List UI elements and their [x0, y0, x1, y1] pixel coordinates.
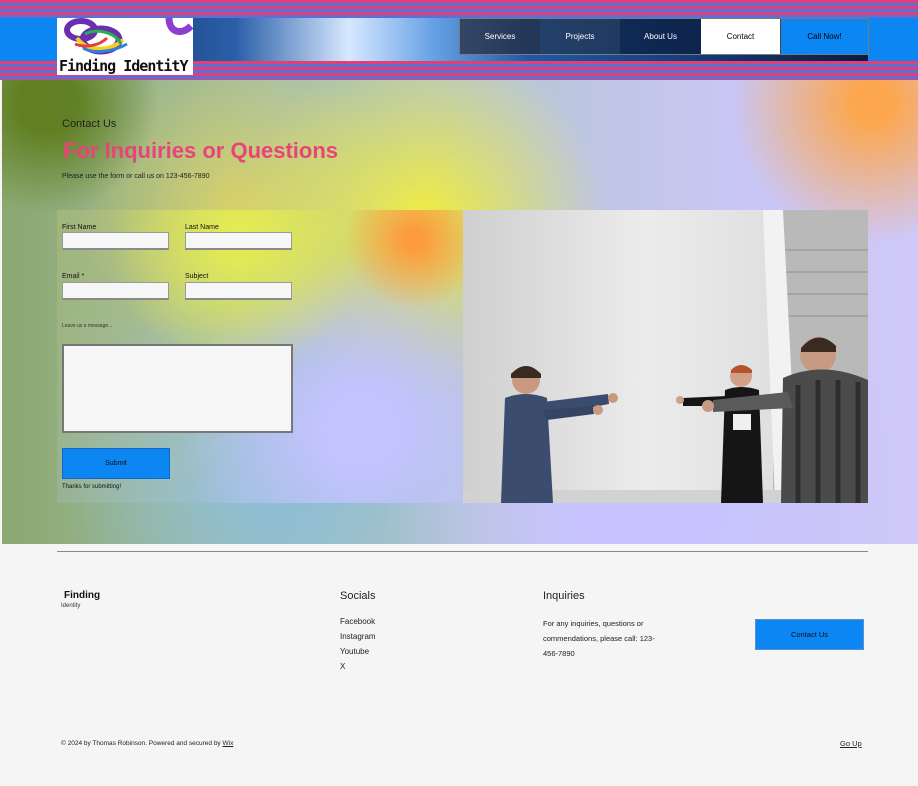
- site-logo[interactable]: Finding IdentitY: [57, 18, 193, 75]
- footer-link-facebook[interactable]: Facebook: [340, 617, 375, 626]
- nav-item-contact[interactable]: Contact: [701, 19, 780, 54]
- footer-link-instagram[interactable]: Instagram: [340, 632, 376, 641]
- first-name-label: First Name: [62, 224, 97, 231]
- footer-contact-button[interactable]: Contact Us: [755, 619, 864, 650]
- message-label: Leave us a message...: [62, 323, 113, 329]
- submit-confirmation: Thanks for submitting!: [62, 484, 122, 490]
- email-input[interactable]: [62, 282, 169, 300]
- contact-lede: Please use the form or call us on 123-45…: [62, 173, 210, 180]
- header-stripes-top: [0, 0, 918, 18]
- main-nav: Services Projects About Us Contact Call …: [459, 18, 869, 55]
- site-header: Finding IdentitY Services Projects About…: [0, 0, 918, 80]
- copyright: © 2024 by Thomas Robinson. Powered and s…: [61, 740, 233, 747]
- go-up-link[interactable]: Go Up: [840, 739, 862, 748]
- nav-item-services[interactable]: Services: [460, 19, 540, 54]
- page-title: For Inquiries or Questions: [63, 138, 339, 163]
- wix-link[interactable]: Wix: [223, 740, 234, 747]
- footer-divider: [57, 551, 868, 552]
- subject-input[interactable]: [185, 282, 292, 300]
- nav-item-about-us[interactable]: About Us: [620, 19, 701, 54]
- subject-label: Subject: [185, 273, 209, 280]
- copyright-text: © 2024 by Thomas Robinson. Powered and s…: [61, 740, 223, 747]
- nav-item-projects[interactable]: Projects: [540, 19, 620, 54]
- footer-link-youtube[interactable]: Youtube: [340, 647, 369, 656]
- footer-socials-heading: Socials: [340, 590, 376, 602]
- footer-inquiries-text: For any inquiries, questions or commenda…: [543, 619, 655, 658]
- message-textarea[interactable]: [62, 344, 293, 433]
- logo-text: Finding IdentitY: [59, 57, 188, 75]
- last-name-label: Last Name: [185, 224, 219, 231]
- email-label: Email *: [62, 273, 85, 280]
- footer-brand-subtitle: Identity: [61, 603, 81, 609]
- submit-button[interactable]: Submit: [62, 448, 170, 479]
- footer-link-x[interactable]: X: [340, 662, 345, 671]
- footer-brand-title: Finding: [64, 590, 101, 601]
- call-now-button[interactable]: Call Now!: [780, 19, 868, 54]
- section-eyebrow: Contact Us: [62, 118, 117, 130]
- footer-inquiries-heading: Inquiries: [543, 590, 585, 602]
- people-pointing-photo: [463, 210, 868, 503]
- first-name-input[interactable]: [62, 232, 169, 250]
- last-name-input[interactable]: [185, 232, 292, 250]
- contact-photo: [463, 210, 868, 503]
